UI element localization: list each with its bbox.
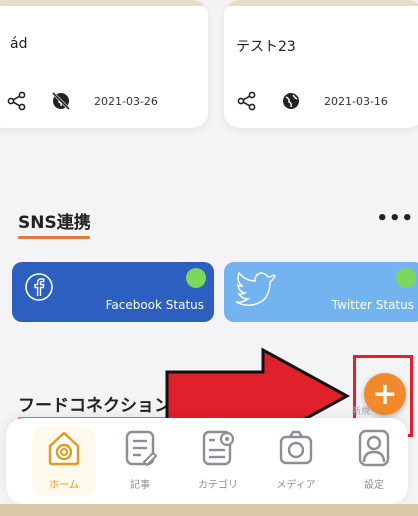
globe-off-icon[interactable]: [50, 90, 72, 112]
user-settings-icon: [352, 426, 396, 470]
more-options-button[interactable]: •••: [376, 208, 414, 229]
post-title: ád: [10, 36, 28, 52]
sns-section-title: SNS連携: [18, 213, 91, 233]
nav-label: ホーム: [49, 480, 79, 491]
post-card[interactable]: テスト23 2021-03-16: [224, 0, 418, 128]
facebook-icon: [24, 272, 54, 306]
twitter-status-card[interactable]: Twitter Status: [224, 262, 418, 322]
nav-label: 記事: [130, 480, 150, 491]
section-underline: [18, 236, 90, 239]
share-icon[interactable]: [236, 90, 258, 112]
nav-item-articles[interactable]: 記事: [108, 426, 172, 496]
share-icon[interactable]: [6, 90, 28, 112]
facebook-status-card[interactable]: Facebook Status: [12, 262, 214, 322]
post-card[interactable]: ád 2021-03-26: [0, 0, 208, 128]
facebook-status-indicator: [186, 268, 206, 288]
category-icon: [196, 426, 240, 470]
camera-icon: [274, 426, 318, 470]
globe-icon[interactable]: [280, 90, 302, 112]
add-post-button[interactable]: +: [364, 373, 406, 415]
card-image-strip: [224, 0, 418, 6]
article-icon: [118, 426, 162, 470]
plus-icon: +: [372, 376, 398, 412]
home-icon: [42, 426, 86, 470]
nav-label: 設定: [364, 480, 384, 491]
add-post-label: 新規: [352, 407, 371, 417]
card-image-strip: [0, 0, 208, 6]
nav-item-home[interactable]: ホーム: [32, 426, 96, 496]
post-date: 2021-03-16: [324, 94, 388, 108]
post-title: テスト23: [236, 39, 296, 55]
nav-label: カテゴリ: [198, 480, 238, 491]
nav-item-settings[interactable]: 設定: [342, 426, 406, 496]
twitter-status-label: Twitter Status: [331, 298, 414, 312]
twitter-status-indicator: [396, 268, 416, 288]
facebook-status-label: Facebook Status: [105, 298, 204, 312]
bottom-navigation: ホーム 記事 カテゴリ メディア 設定: [6, 418, 408, 504]
nav-item-category[interactable]: カテゴリ: [186, 426, 250, 496]
nav-label: メディア: [276, 480, 316, 491]
twitter-icon: [234, 270, 278, 310]
nav-item-media[interactable]: メディア: [264, 426, 328, 496]
post-date: 2021-03-26: [94, 94, 158, 108]
content-image-strip: [0, 504, 418, 516]
